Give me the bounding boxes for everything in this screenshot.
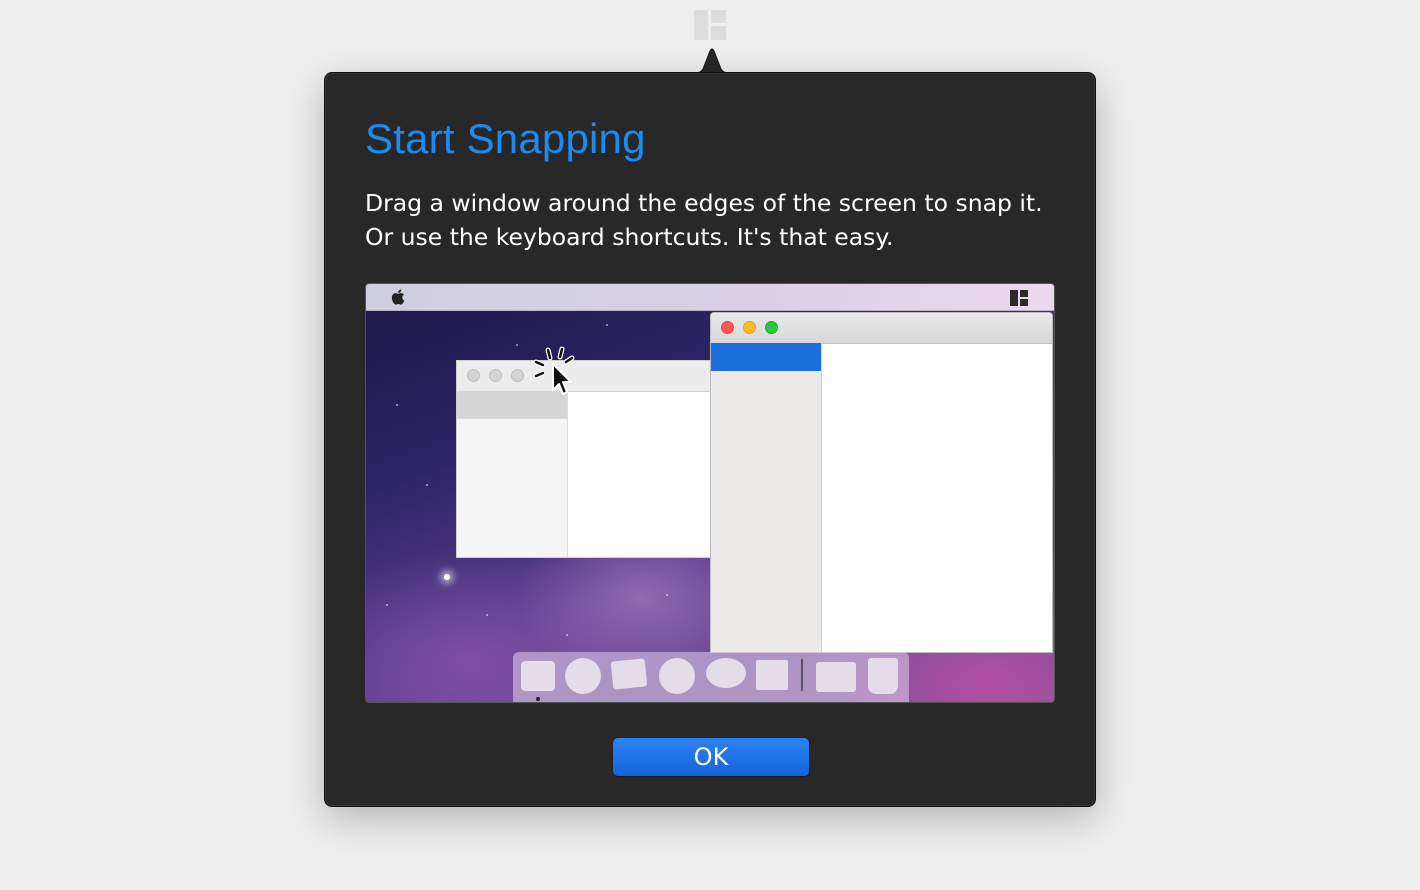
- minimize-dot-icon: [743, 321, 756, 334]
- snap-layout-icon: [1010, 290, 1028, 306]
- snap-layout-status-icon[interactable]: [694, 10, 726, 40]
- popover-description: Drag a window around the edges of the sc…: [365, 189, 1043, 251]
- onboarding-popover: Start Snapping Drag a window around the …: [324, 72, 1096, 807]
- dock-separator: [801, 659, 803, 691]
- sidebar-selection: [711, 343, 821, 371]
- dragged-window: [456, 360, 716, 558]
- close-dot-icon: [721, 321, 734, 334]
- snapped-window: [710, 312, 1053, 653]
- mock-dock: [513, 652, 909, 702]
- dock-item-speech-bubble: [706, 658, 746, 688]
- dock-item-card: [610, 658, 648, 690]
- dock-item-square-2: [756, 660, 788, 690]
- apple-logo-icon: [391, 289, 405, 305]
- dock-item-square: [521, 661, 555, 691]
- minimize-dot-icon: [489, 369, 502, 382]
- window-titlebar: [457, 361, 715, 392]
- window-sidebar: [711, 343, 822, 652]
- close-dot-icon: [467, 369, 480, 382]
- running-indicator: [536, 697, 540, 701]
- ok-button[interactable]: OK: [613, 738, 809, 776]
- window-titlebar: [711, 313, 1052, 344]
- dock-item-circle-2: [659, 658, 695, 694]
- dock-item-folder: [816, 662, 856, 692]
- snapping-illustration: [365, 283, 1055, 703]
- arrow-cursor-click-icon: [533, 346, 575, 395]
- mock-menubar: [366, 284, 1054, 311]
- popover-title: Start Snapping: [365, 115, 646, 162]
- zoom-dot-icon: [511, 369, 524, 382]
- dock-item-trash: [868, 658, 898, 694]
- dock-item-circle: [565, 658, 601, 694]
- zoom-dot-icon: [765, 321, 778, 334]
